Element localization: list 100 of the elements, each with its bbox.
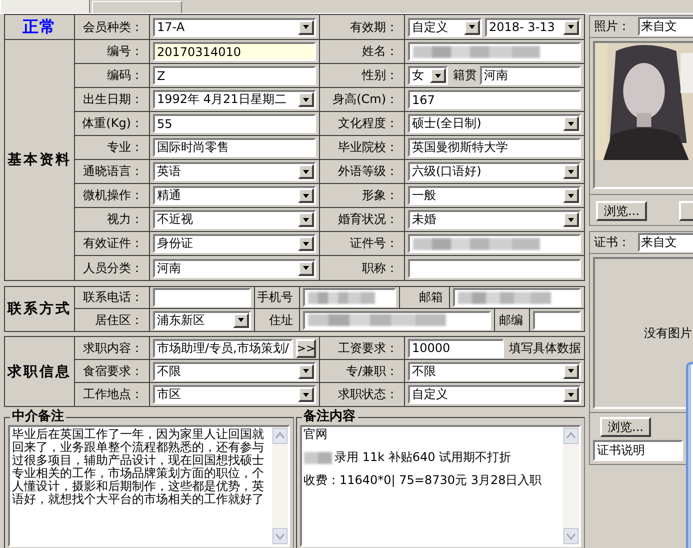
- dropdown-button[interactable]: [298, 260, 314, 276]
- dropdown-field[interactable]: 女: [408, 66, 448, 85]
- dropdown-field[interactable]: 市区: [153, 385, 316, 404]
- field-label: 联系电话：: [83, 289, 143, 306]
- dropdown-field[interactable]: 不近视: [153, 210, 316, 229]
- dropdown-button[interactable]: [298, 188, 314, 203]
- dropdown-field[interactable]: 不限: [408, 362, 581, 380]
- text-field[interactable]: [408, 42, 581, 61]
- dropdown-button[interactable]: [563, 20, 579, 34]
- dropdown-field[interactable]: 未婚: [408, 210, 581, 229]
- field-label: 工作地点：: [83, 386, 143, 403]
- dropdown-button[interactable]: [563, 212, 579, 227]
- group-title: 备注内容: [302, 409, 358, 425]
- field-label: 专业：: [107, 139, 143, 156]
- notes-field[interactable]: 毕业后在英国工作了一年，因为家里人让回国就回来了，业务跟单整个流程都熟悉的，还有参与过很多项目，辅助产品设计，现在回国想找硕士专业相关的工作，市场品牌策划方面的职位，个人懂设计，摄影和后期制作，这些都是优势，英语好，就想找个大平台的市场相关的工作就好了: [8, 425, 290, 547]
- field-label: 毕业院校：: [338, 139, 398, 156]
- text-field[interactable]: 55: [153, 114, 316, 133]
- field-label: 外语等级：: [338, 163, 398, 180]
- remark-line: 录用 11k 补贴640 试用期不打折: [334, 451, 512, 464]
- source-field[interactable]: 来自文: [638, 16, 693, 36]
- text-field[interactable]: [453, 288, 581, 307]
- dropdown-field[interactable]: 浦东新区: [153, 310, 251, 330]
- dropdown-button[interactable]: [233, 312, 249, 328]
- field-label: 籍贯: [452, 67, 477, 84]
- browse-button[interactable]: 浏览...: [600, 417, 652, 437]
- field-label: 编号：: [107, 43, 143, 60]
- dropdown-field[interactable]: 自定义: [408, 385, 581, 404]
- dropdown-button[interactable]: [298, 364, 314, 378]
- dropdown-field[interactable]: 一般: [408, 186, 581, 205]
- text-field[interactable]: 市场助理/专员,市场策划/: [153, 338, 293, 358]
- more-button[interactable]: >>: [296, 338, 316, 358]
- field-label: 身高(Cm)：: [332, 91, 398, 108]
- text-field[interactable]: [533, 310, 581, 330]
- field-label: 住址: [269, 312, 293, 328]
- field-label: 出生日期：: [83, 91, 143, 108]
- dropdown-field[interactable]: 精通: [153, 186, 316, 205]
- field-label: 形象：: [362, 187, 398, 204]
- field-label: 证件号：: [350, 235, 398, 252]
- source-field[interactable]: 来自文: [638, 233, 693, 252]
- field-label: 视力：: [107, 211, 143, 228]
- dropdown-field[interactable]: 身份证: [153, 234, 316, 253]
- field-label: 性别：: [362, 67, 398, 84]
- dropdown-button[interactable]: [298, 164, 314, 179]
- dropdown-button[interactable]: [563, 116, 579, 131]
- field-label: 有效证件：: [83, 235, 143, 252]
- status-label: 正常: [22, 16, 56, 38]
- field-label: 有效期：: [350, 18, 398, 36]
- section-title: 基本资料: [8, 151, 72, 169]
- field-label: 编码：: [107, 67, 143, 84]
- field-label: 求职内容：: [83, 340, 143, 356]
- field-label: 文化程度：: [338, 115, 398, 132]
- text-field[interactable]: 英国曼彻斯特大学: [408, 138, 581, 157]
- dropdown-field[interactable]: 六级(口语好): [408, 162, 581, 181]
- field-label: 微机操作：: [83, 187, 143, 204]
- dropdown-button[interactable]: [563, 188, 579, 203]
- text-field[interactable]: 167: [408, 90, 581, 109]
- text-field[interactable]: 10000: [408, 338, 504, 358]
- section-title: 联系方式: [8, 300, 72, 318]
- dropdown-field[interactable]: 硕士(全日制): [408, 114, 581, 133]
- text-field[interactable]: [153, 288, 251, 307]
- dropdown-button[interactable]: [563, 364, 579, 378]
- text-field[interactable]: [303, 288, 396, 307]
- dropdown-field[interactable]: 17-A: [153, 18, 316, 36]
- field-label: 食宿要求：: [83, 362, 143, 380]
- description-field[interactable]: 证书说明: [593, 440, 683, 461]
- remark-line: 收费：11640*0| 75=8730元 3月28日入职: [304, 474, 542, 487]
- dropdown-button[interactable]: [298, 20, 314, 34]
- dropdown-field[interactable]: 自定义: [408, 18, 482, 36]
- dropdown-button[interactable]: [430, 68, 446, 83]
- field-label: 证书：: [594, 234, 630, 251]
- browse-button[interactable]: 浏览...: [596, 201, 648, 221]
- dropdown-button[interactable]: [298, 236, 314, 251]
- remarks-field[interactable]: 官网 录用 11k 补贴640 试用期不打折 收费：11640*0| 75=8730元 3月28日入职: [300, 425, 581, 547]
- dropdown-field[interactable]: 2018- 3-13: [485, 18, 581, 36]
- dropdown-field[interactable]: 英语: [153, 162, 316, 181]
- no-image-text: 没有图片: [644, 324, 692, 342]
- side-button[interactable]: [679, 201, 693, 221]
- dropdown-field[interactable]: 不限: [153, 362, 316, 380]
- blurred-text: [308, 292, 375, 304]
- text-field[interactable]: 国际时尚零售: [153, 138, 316, 157]
- field-label: 通晓语言：: [83, 163, 143, 180]
- text-field[interactable]: [303, 310, 491, 330]
- field-label: 体重(Kg)：: [82, 115, 143, 132]
- text-field[interactable]: 河南: [480, 66, 581, 85]
- dropdown-field[interactable]: 河南: [153, 258, 316, 278]
- text-field[interactable]: [408, 234, 581, 253]
- dropdown-button[interactable]: [464, 20, 480, 34]
- field-label: 手机号: [257, 289, 293, 306]
- dropdown-button[interactable]: [298, 92, 314, 107]
- dropdown-button[interactable]: [563, 164, 579, 179]
- dropdown-button[interactable]: [298, 387, 314, 402]
- field-label: 照片：: [594, 18, 630, 35]
- text-field[interactable]: Z: [153, 66, 316, 85]
- field-label: 填写具体数据: [508, 340, 581, 356]
- text-field[interactable]: 20170314010: [153, 42, 316, 61]
- dropdown-button[interactable]: [563, 387, 579, 402]
- text-field[interactable]: [408, 258, 581, 278]
- dropdown-button[interactable]: [298, 212, 314, 227]
- field-label: 会员种类：: [83, 18, 143, 36]
- dropdown-field[interactable]: 1992年 4月21日星期二: [153, 90, 316, 109]
